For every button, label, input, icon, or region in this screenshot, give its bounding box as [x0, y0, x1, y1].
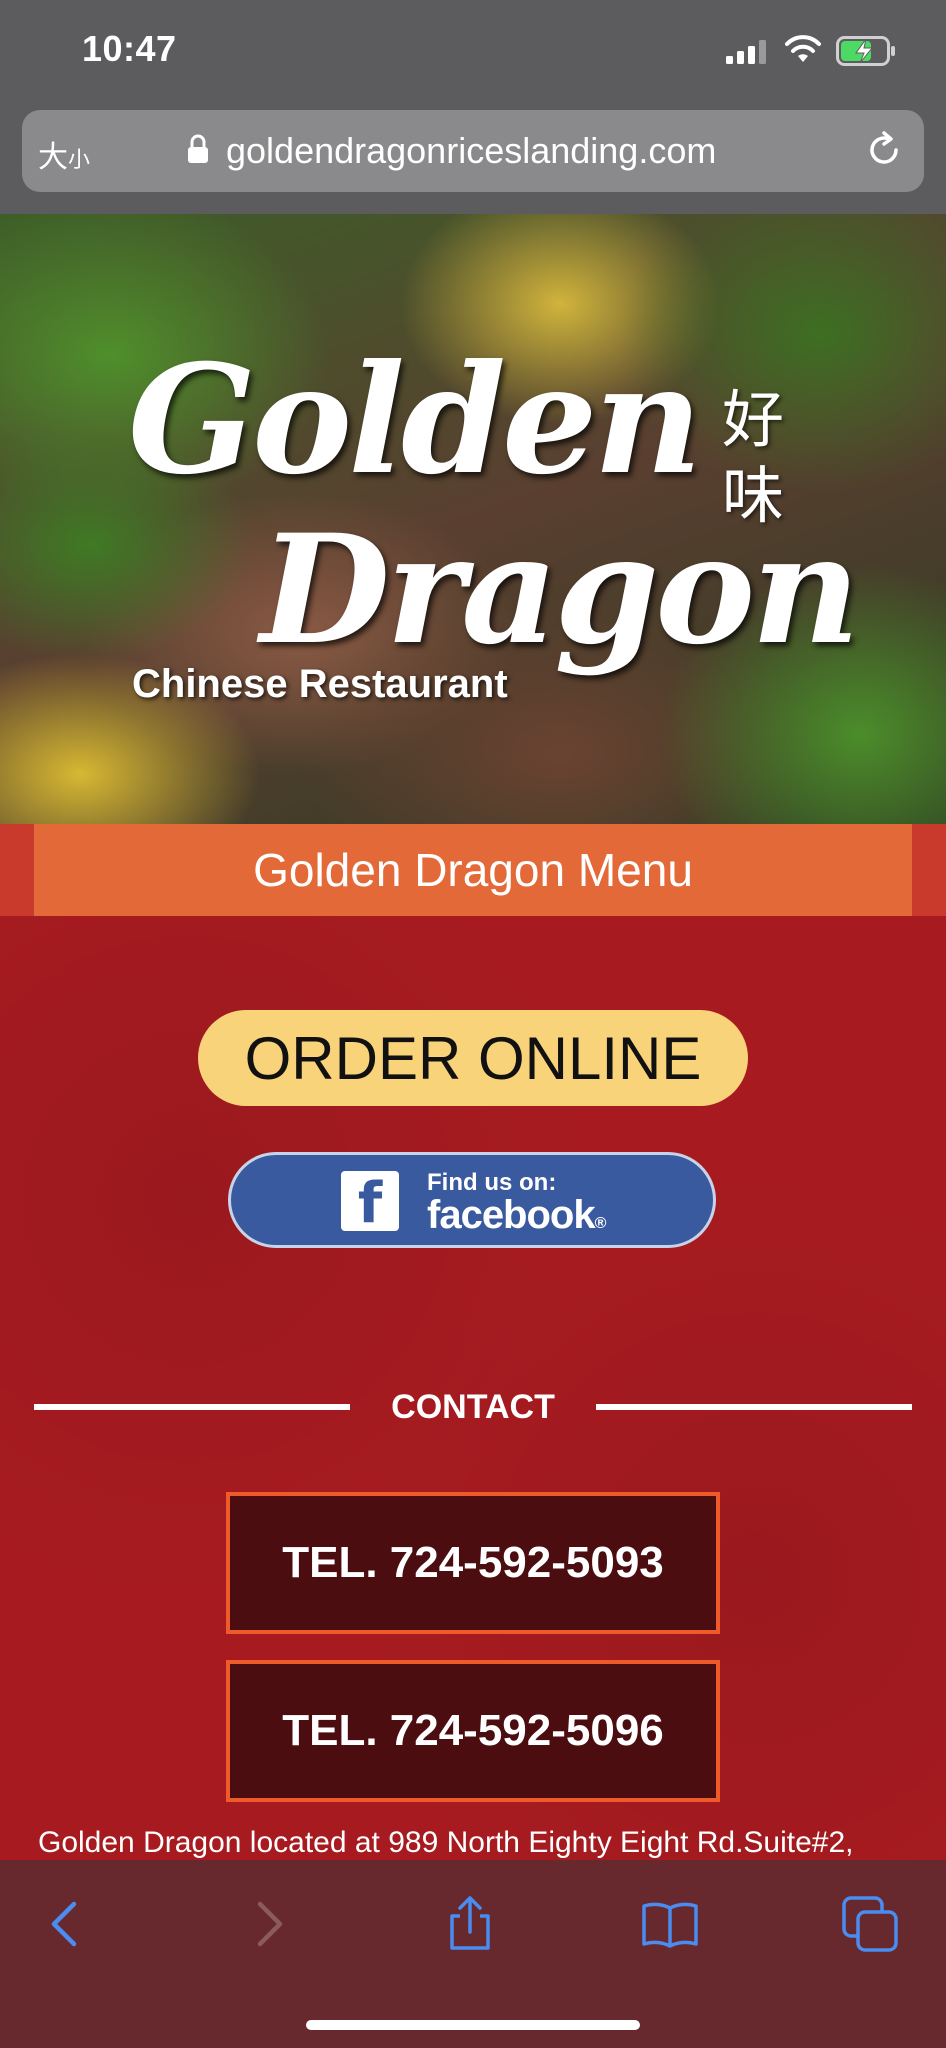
- signal-icon: [726, 40, 766, 64]
- hero-banner: Golden Dragon 好 味 Chinese Restaurant: [0, 214, 946, 824]
- tabs-icon[interactable]: [840, 1894, 900, 1954]
- back-icon[interactable]: [36, 1894, 96, 1954]
- home-indicator[interactable]: [306, 2020, 640, 2030]
- reload-icon[interactable]: [864, 130, 904, 170]
- share-icon[interactable]: [440, 1894, 500, 1954]
- text-size-small-glyph: 小: [68, 148, 91, 173]
- logo-chinese-char-1: 好: [722, 383, 785, 456]
- status-bar: 10:47: [0, 0, 946, 106]
- logo-chinese-text: 好 味: [722, 382, 812, 534]
- text-size-large-glyph: 大: [38, 140, 68, 175]
- menu-link[interactable]: Golden Dragon Menu: [34, 824, 912, 916]
- menu-strip: Golden Dragon Menu: [0, 824, 946, 916]
- address-text: Golden Dragon located at 989 North Eight…: [38, 1826, 854, 1859]
- phone-button-2[interactable]: TEL. 724-592-5096: [226, 1660, 720, 1802]
- facebook-button[interactable]: f Find us on: facebook®: [228, 1152, 716, 1248]
- main-content: ORDER ONLINE f Find us on: facebook® CON…: [0, 916, 946, 1860]
- url-text[interactable]: goldendragonriceslanding.com: [226, 130, 716, 172]
- address-bar[interactable]: 大小 goldendragonriceslanding.com: [22, 110, 924, 192]
- contact-divider-left: [34, 1404, 350, 1410]
- status-time: 10:47: [82, 28, 177, 69]
- facebook-wordmark: facebook®: [427, 1193, 607, 1238]
- logo-text-golden: Golden: [128, 332, 703, 508]
- text-size-button[interactable]: 大小: [38, 132, 90, 176]
- forward-icon[interactable]: [238, 1894, 298, 1954]
- registered-mark: ®: [594, 1215, 607, 1232]
- facebook-logo-icon: f: [341, 1171, 399, 1236]
- battery-charging-icon: [836, 36, 895, 66]
- logo-subtitle: Chinese Restaurant: [132, 662, 508, 706]
- browser-toolbar: [0, 1860, 946, 2048]
- lock-icon: [188, 134, 208, 163]
- wifi-icon: [785, 35, 821, 62]
- bookmarks-icon[interactable]: [640, 1894, 700, 1954]
- facebook-wordmark-text: facebook: [427, 1193, 596, 1237]
- contact-heading: CONTACT: [391, 1388, 555, 1426]
- logo-chinese-char-2: 味: [722, 459, 785, 532]
- phone-button-1[interactable]: TEL. 724-592-5093: [226, 1492, 720, 1634]
- contact-divider-right: [596, 1404, 912, 1410]
- browser-address-area: 大小 goldendragonriceslanding.com: [0, 106, 946, 214]
- order-online-button[interactable]: ORDER ONLINE: [198, 1010, 748, 1106]
